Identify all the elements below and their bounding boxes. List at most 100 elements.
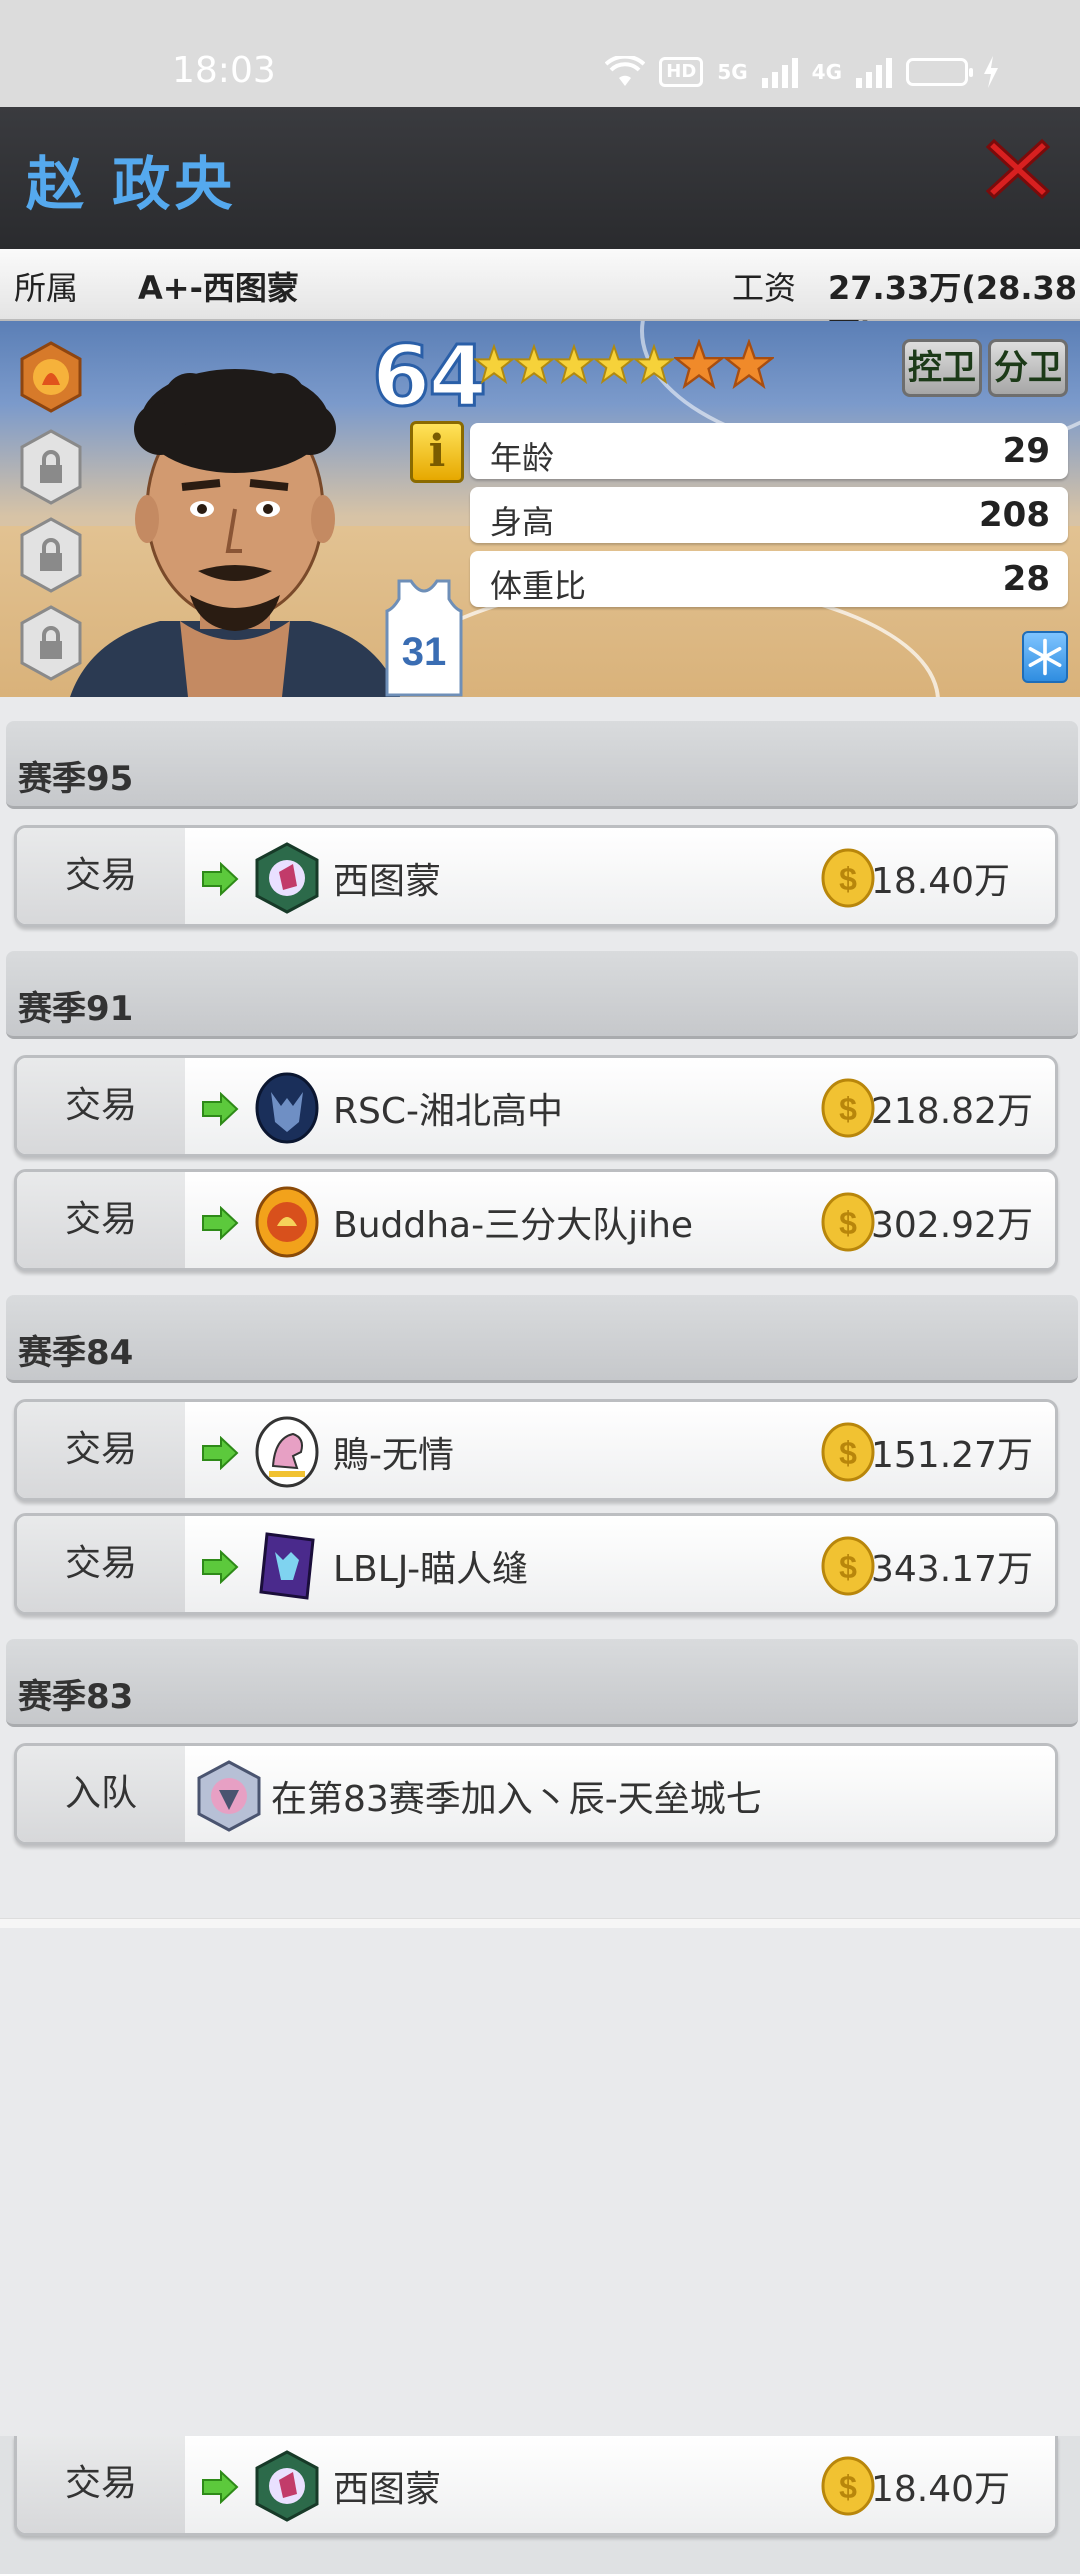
record-fee: 343.17万 [871,1549,1033,1590]
transfer-record[interactable]: 交易 鵙-无情 $ 151.27万 [14,1399,1058,1501]
arrow-right-icon [202,1550,239,1584]
position-badge-sg[interactable]: 分卫 [988,339,1068,397]
record-team: 西图蒙 [333,861,442,902]
record-team: 在第83赛季加入丶辰-天垒城七 [271,1779,762,1820]
season-header: 赛季95 [6,721,1078,809]
stat-value: 29 [1002,431,1050,471]
season-header: 赛季83 [6,1639,1078,1727]
status-icons: HD 5G 4G [605,52,1000,92]
battery-icon [906,58,973,86]
record-body: 西图蒙 $ 18.40万 [185,2436,1055,2533]
arrow-right-icon [202,1092,239,1126]
transfer-record[interactable]: 交易 Buddha-三分大队jihe $ 302.92万 [14,1169,1058,1271]
record-fee: 151.27万 [871,1435,1033,1476]
season-title: 赛季95 [18,759,134,799]
record-type: 交易 [17,1058,185,1154]
team-logo-icon [259,1532,315,1600]
info-icon[interactable]: i [410,421,464,483]
star-icon [554,343,594,385]
signal-5g-label: 5G [717,60,748,84]
season-header: 赛季91 [6,951,1078,1039]
arrow-right-icon [202,1206,239,1240]
player-name: 赵 政央 [26,150,237,218]
coin-icon: $ [821,1192,875,1252]
team-logo-icon [255,1186,319,1258]
season-title: 赛季91 [18,989,134,1029]
team-salary-row: 所属 A+-西图蒙 工资 27.33万(28.38万) [0,249,1080,353]
season-header: 赛季84 [6,1295,1078,1383]
record-body: 在第83赛季加入丶辰-天垒城七 [185,1746,1055,1842]
snowflake-icon[interactable] [1022,631,1068,683]
arrow-right-icon [202,1436,239,1470]
player-detail-screen: 18:03 HD 5G 4G 赵 政央 所属 A+-西图蒙 工资 27.33万(… [0,0,1080,2574]
stat-value: 28 [1002,559,1050,599]
record-team: RSC-湘北高中 [333,1091,563,1132]
close-icon[interactable] [984,135,1052,203]
player-stats: 年龄 29 身高 208 体重比 28 [470,423,1068,615]
position-badges: 控卫 分卫 [902,339,1068,397]
coin-icon: $ [821,1078,875,1138]
team-value: A+-西图蒙 [138,269,299,307]
record-team: 鵙-无情 [333,1435,454,1476]
transfer-record[interactable]: 交易 西图蒙 $ 18.40万 [14,825,1058,927]
signal-bars-icon-2 [856,56,892,88]
team-logo-icon [255,2450,319,2522]
stat-label: 身高 [490,503,555,541]
join-record[interactable]: 入队 在第83赛季加入丶辰-天垒城七 [14,1743,1058,1845]
charging-icon [984,56,998,88]
transfer-record[interactable]: 交易 西图蒙 $ 18.40万 [14,2436,1058,2536]
record-type: 交易 [17,1516,185,1612]
signal-bars-icon [761,56,798,88]
star-icon [634,343,674,385]
list-divider [0,1918,1080,1928]
svg-text:$: $ [839,2469,857,2505]
arrow-right-icon [202,2470,239,2504]
team-logo-icon [255,842,319,914]
stat-height: 身高 208 [470,487,1068,543]
arrow-right-icon [202,862,239,896]
player-card: 31 64 控卫 分卫 i 年龄 29 身高 208 体重比 28 [0,321,1080,697]
record-body: LBLJ-瞄人缝 $ 343.17万 [185,1516,1055,1612]
transfer-record[interactable]: 交易 RSC-湘北高中 $ 218.82万 [14,1055,1058,1157]
star-icon [724,339,774,389]
record-body: RSC-湘北高中 $ 218.82万 [185,1058,1055,1154]
coin-icon: $ [821,2456,875,2516]
bottom-record-bar: 交易 西图蒙 $ 18.40万 [0,2436,1080,2574]
jersey-number: 31 [402,630,447,674]
transfer-record[interactable]: 交易 LBLJ-瞄人缝 $ 343.17万 [14,1513,1058,1615]
team-label: 所属 [14,269,79,307]
record-type: 交易 [17,1402,185,1498]
record-team: Buddha-三分大队jihe [333,1205,694,1246]
title-bar: 赵 政央 [0,107,1080,249]
coin-icon: $ [821,1422,875,1482]
record-type: 交易 [17,828,185,924]
season-title: 赛季83 [18,1677,134,1717]
salary-label: 工资 [732,269,797,307]
wifi-icon [605,56,646,86]
record-type: 入队 [17,1746,185,1842]
coin-icon: $ [821,1536,875,1596]
jersey-icon: 31 [385,579,463,697]
hd-icon: HD [659,57,704,87]
star-icon [594,343,634,385]
record-body: Buddha-三分大队jihe $ 302.92万 [185,1172,1055,1268]
stat-weight-ratio: 体重比 28 [470,551,1068,607]
coin-icon: $ [821,848,875,908]
position-badge-pg[interactable]: 控卫 [902,339,982,397]
stat-value: 208 [979,495,1050,535]
player-avatar [70,369,400,697]
team-logo-icon [255,1072,319,1144]
team-logo-icon [255,1416,319,1488]
star-icon [474,343,514,385]
record-body: 鵙-无情 $ 151.27万 [185,1402,1055,1498]
status-bar: 18:03 HD 5G 4G [0,0,1080,107]
record-fee: 18.40万 [871,2469,1011,2510]
record-team: 西图蒙 [333,2469,442,2510]
player-rating: 64 [371,326,489,427]
svg-text:$: $ [839,861,857,897]
status-time: 18:03 [172,50,276,91]
record-team: LBLJ-瞄人缝 [333,1549,529,1590]
stat-label: 体重比 [490,567,587,605]
stat-age: 年龄 29 [470,423,1068,479]
svg-text:$: $ [839,1435,857,1471]
